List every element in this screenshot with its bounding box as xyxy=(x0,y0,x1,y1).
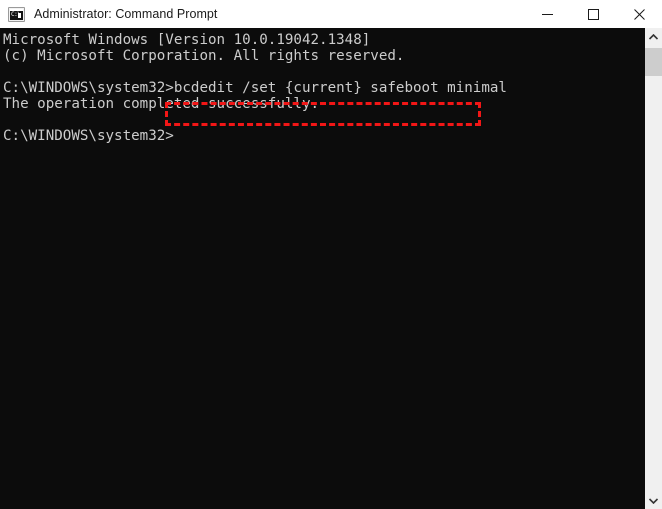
console-scrollbar[interactable] xyxy=(645,28,662,509)
icon-cursor xyxy=(18,12,21,18)
command-prompt-window: C:\ Administrator: Command Prompt Micros… xyxy=(0,0,662,509)
minimize-button[interactable] xyxy=(524,0,570,28)
scrollbar-thumb[interactable] xyxy=(645,48,662,76)
window-controls xyxy=(524,0,662,28)
chevron-down-icon xyxy=(649,497,658,504)
scrollbar-up-button[interactable] xyxy=(645,28,662,45)
maximize-button[interactable] xyxy=(570,0,616,28)
scrollbar-down-button[interactable] xyxy=(645,492,662,509)
command-prompt-icon: C:\ xyxy=(8,6,25,22)
icon-screen: C:\ xyxy=(10,10,23,20)
title-bar[interactable]: C:\ Administrator: Command Prompt xyxy=(0,0,662,29)
console-output-area[interactable]: Microsoft Windows [Version 10.0.19042.13… xyxy=(0,28,645,509)
window-title: Administrator: Command Prompt xyxy=(34,7,218,21)
minimize-icon xyxy=(541,13,553,15)
maximize-icon xyxy=(587,8,599,20)
console-text: Microsoft Windows [Version 10.0.19042.13… xyxy=(3,32,507,144)
close-icon xyxy=(633,8,645,20)
close-button[interactable] xyxy=(616,0,662,28)
scrollbar-track[interactable] xyxy=(645,45,662,492)
chevron-up-icon xyxy=(649,33,658,40)
icon-prompt-text: C:\ xyxy=(11,10,21,18)
